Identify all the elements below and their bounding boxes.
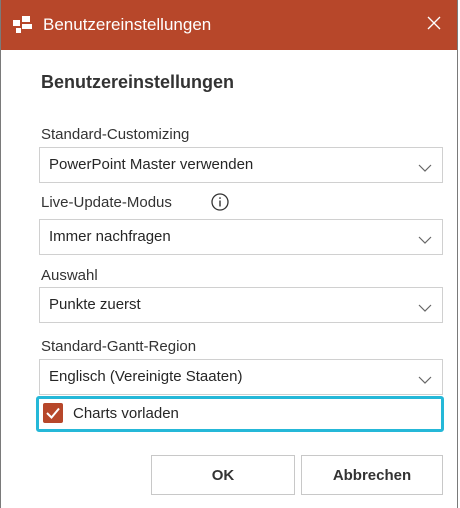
preload-charts-checkbox[interactable] xyxy=(43,403,63,423)
settings-dialog: Benutzereinstellungen Benutzereinstellun… xyxy=(0,0,458,508)
customizing-label: Standard-Customizing xyxy=(41,126,190,143)
selection-select[interactable]: Punkte zuerst xyxy=(39,287,443,323)
info-icon[interactable] xyxy=(211,193,229,211)
gantt-region-value: Englisch (Vereinigte Staaten) xyxy=(49,368,243,385)
chevron-down-icon xyxy=(418,232,432,244)
dialog-heading: Benutzereinstellungen xyxy=(41,72,235,92)
live-update-label: Live-Update-Modus xyxy=(41,194,172,211)
chevron-down-icon xyxy=(418,300,432,312)
checkmark-icon xyxy=(43,403,63,423)
live-update-select[interactable]: Immer nachfragen xyxy=(39,219,443,255)
chevron-down-icon xyxy=(418,372,432,384)
close-icon xyxy=(427,16,441,35)
cancel-button[interactable]: Abbrechen xyxy=(301,455,443,495)
preload-charts-label[interactable]: Charts vorladen xyxy=(73,405,179,423)
customizing-select[interactable]: PowerPoint Master verwenden xyxy=(39,147,443,183)
title-bar: Benutzereinstellungen xyxy=(1,0,457,50)
ok-button[interactable]: OK xyxy=(151,455,295,495)
close-button[interactable] xyxy=(411,0,457,50)
chevron-down-icon xyxy=(418,160,432,172)
gantt-region-select[interactable]: Englisch (Vereinigte Staaten) xyxy=(39,359,443,395)
gantt-region-label: Standard-Gantt-Region xyxy=(41,338,197,355)
live-update-value: Immer nachfragen xyxy=(49,228,171,245)
selection-label: Auswahl xyxy=(41,267,98,284)
customizing-value: PowerPoint Master verwenden xyxy=(49,156,254,173)
selection-value: Punkte zuerst xyxy=(49,296,141,313)
window-title: Benutzereinstellungen xyxy=(43,15,212,34)
powerpoint-addin-icon xyxy=(13,16,33,34)
